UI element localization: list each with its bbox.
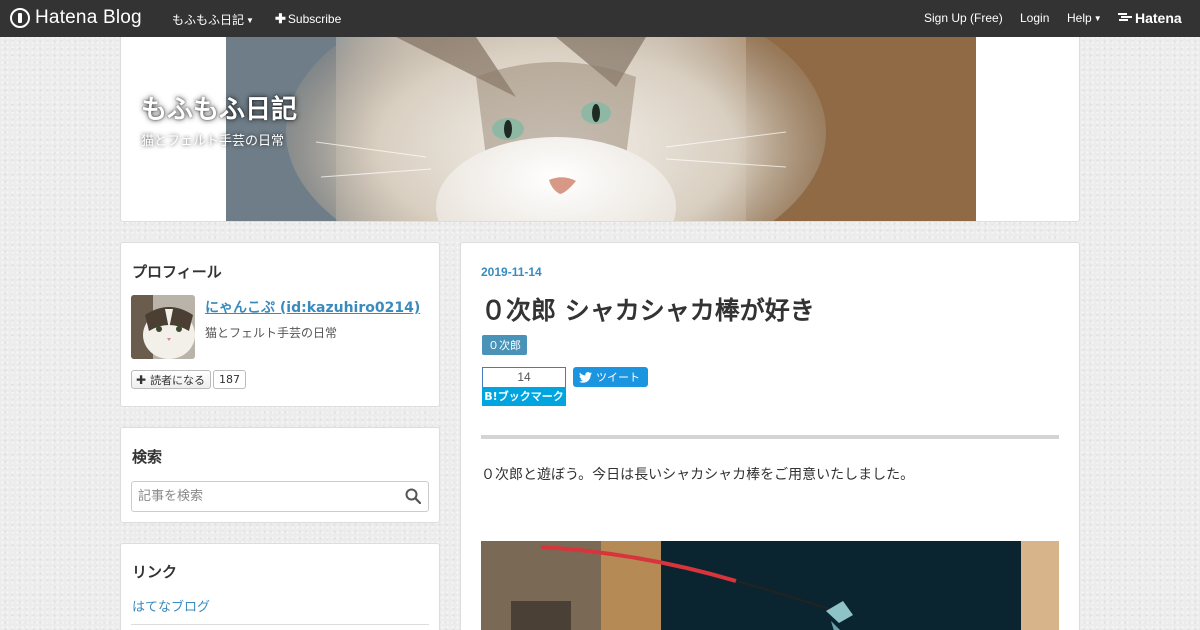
profile-description: 猫とフェルト手芸の日常 [205, 326, 338, 340]
blog-title[interactable]: もふもふ日記 [141, 89, 297, 126]
hatena-blog-logo-icon [10, 8, 30, 28]
search-title: 検索 [132, 448, 163, 466]
bookmark-button[interactable]: B!ブックマーク [482, 387, 566, 406]
hatena-logo-icon [1118, 12, 1132, 25]
global-header: Hatena Blog もふもふ日記 ▼ ✚ Subscribe Sign Up (… [0, 0, 1200, 37]
search-icon[interactable] [405, 488, 422, 505]
plus-icon: ✚ [136, 372, 147, 387]
blog-header: もふもふ日記 猫とフェルト手芸の日常 [120, 37, 1080, 222]
links-module: リンク はてなブログ [120, 543, 440, 630]
logo-text: Hatena Blog [35, 7, 142, 28]
search-module: 検索 [120, 427, 440, 523]
help-dropdown[interactable]: Help ▼ [1067, 11, 1102, 25]
post-photo-cat-toy[interactable] [481, 541, 1059, 630]
avatar[interactable] [131, 295, 195, 359]
blog-menu-dropdown[interactable]: もふもふ日記 ▼ [172, 11, 254, 28]
search-input[interactable] [132, 482, 394, 511]
login-link[interactable]: Login [1020, 11, 1049, 25]
subscribe-label: Subscribe [287, 12, 342, 26]
blog-description: 猫とフェルト手芸の日常 [141, 134, 285, 149]
profile-name-link[interactable]: にゃんこぷ (id:kazuhiro0214) [205, 297, 420, 317]
link-hatena-blog[interactable]: はてなブログ [132, 596, 210, 615]
divider [131, 624, 429, 625]
subscribe-button[interactable]: ✚ Subscribe [275, 11, 341, 27]
tweet-button[interactable]: ツイート [573, 367, 648, 387]
help-label: Help [1067, 11, 1092, 25]
links-title: リンク [132, 563, 178, 581]
caret-down-icon: ▼ [1093, 14, 1102, 23]
hatena-link[interactable]: Hatena [1118, 10, 1182, 26]
post-body-text: ０次郎と遊ぼう。今日は長いシャカシャカ棒をご用意いたしました。 [481, 467, 915, 483]
profile-title: プロフィール [132, 263, 222, 281]
plus-icon: ✚ [275, 11, 286, 26]
tweet-label: ツイート [596, 371, 640, 384]
bookmark-count[interactable]: 14 [482, 367, 566, 387]
hatena-bookmark-widget[interactable]: 14 B!ブックマーク [482, 367, 566, 406]
signup-link[interactable]: Sign Up (Free) [924, 11, 1003, 25]
become-reader-button[interactable]: ✚ 読者になる [131, 370, 212, 389]
profile-module: プロフィール にゃんこぷ (id:kazuhiro0214) 猫とフェルト手芸の… [120, 242, 440, 407]
hatena-blog-logo[interactable]: Hatena Blog [10, 7, 142, 29]
header-cat-photo [226, 37, 976, 221]
twitter-bird-icon [579, 371, 592, 383]
divider [481, 435, 1059, 439]
reader-count-badge: 187 [213, 370, 246, 389]
blog-menu-label: もふもふ日記 [172, 13, 245, 27]
hatena-label: Hatena [1135, 10, 1182, 26]
become-reader-label: 読者になる [150, 373, 206, 387]
search-box [131, 481, 429, 512]
article: 2019-11-14 ０次郎 シャカシャカ棒が好き ０次郎 14 B!ブックマー… [460, 242, 1080, 630]
post-date[interactable]: 2019-11-14 [481, 265, 542, 279]
post-title[interactable]: ０次郎 シャカシャカ棒が好き [481, 291, 815, 327]
category-tag[interactable]: ０次郎 [482, 335, 527, 355]
caret-down-icon: ▼ [246, 16, 254, 25]
